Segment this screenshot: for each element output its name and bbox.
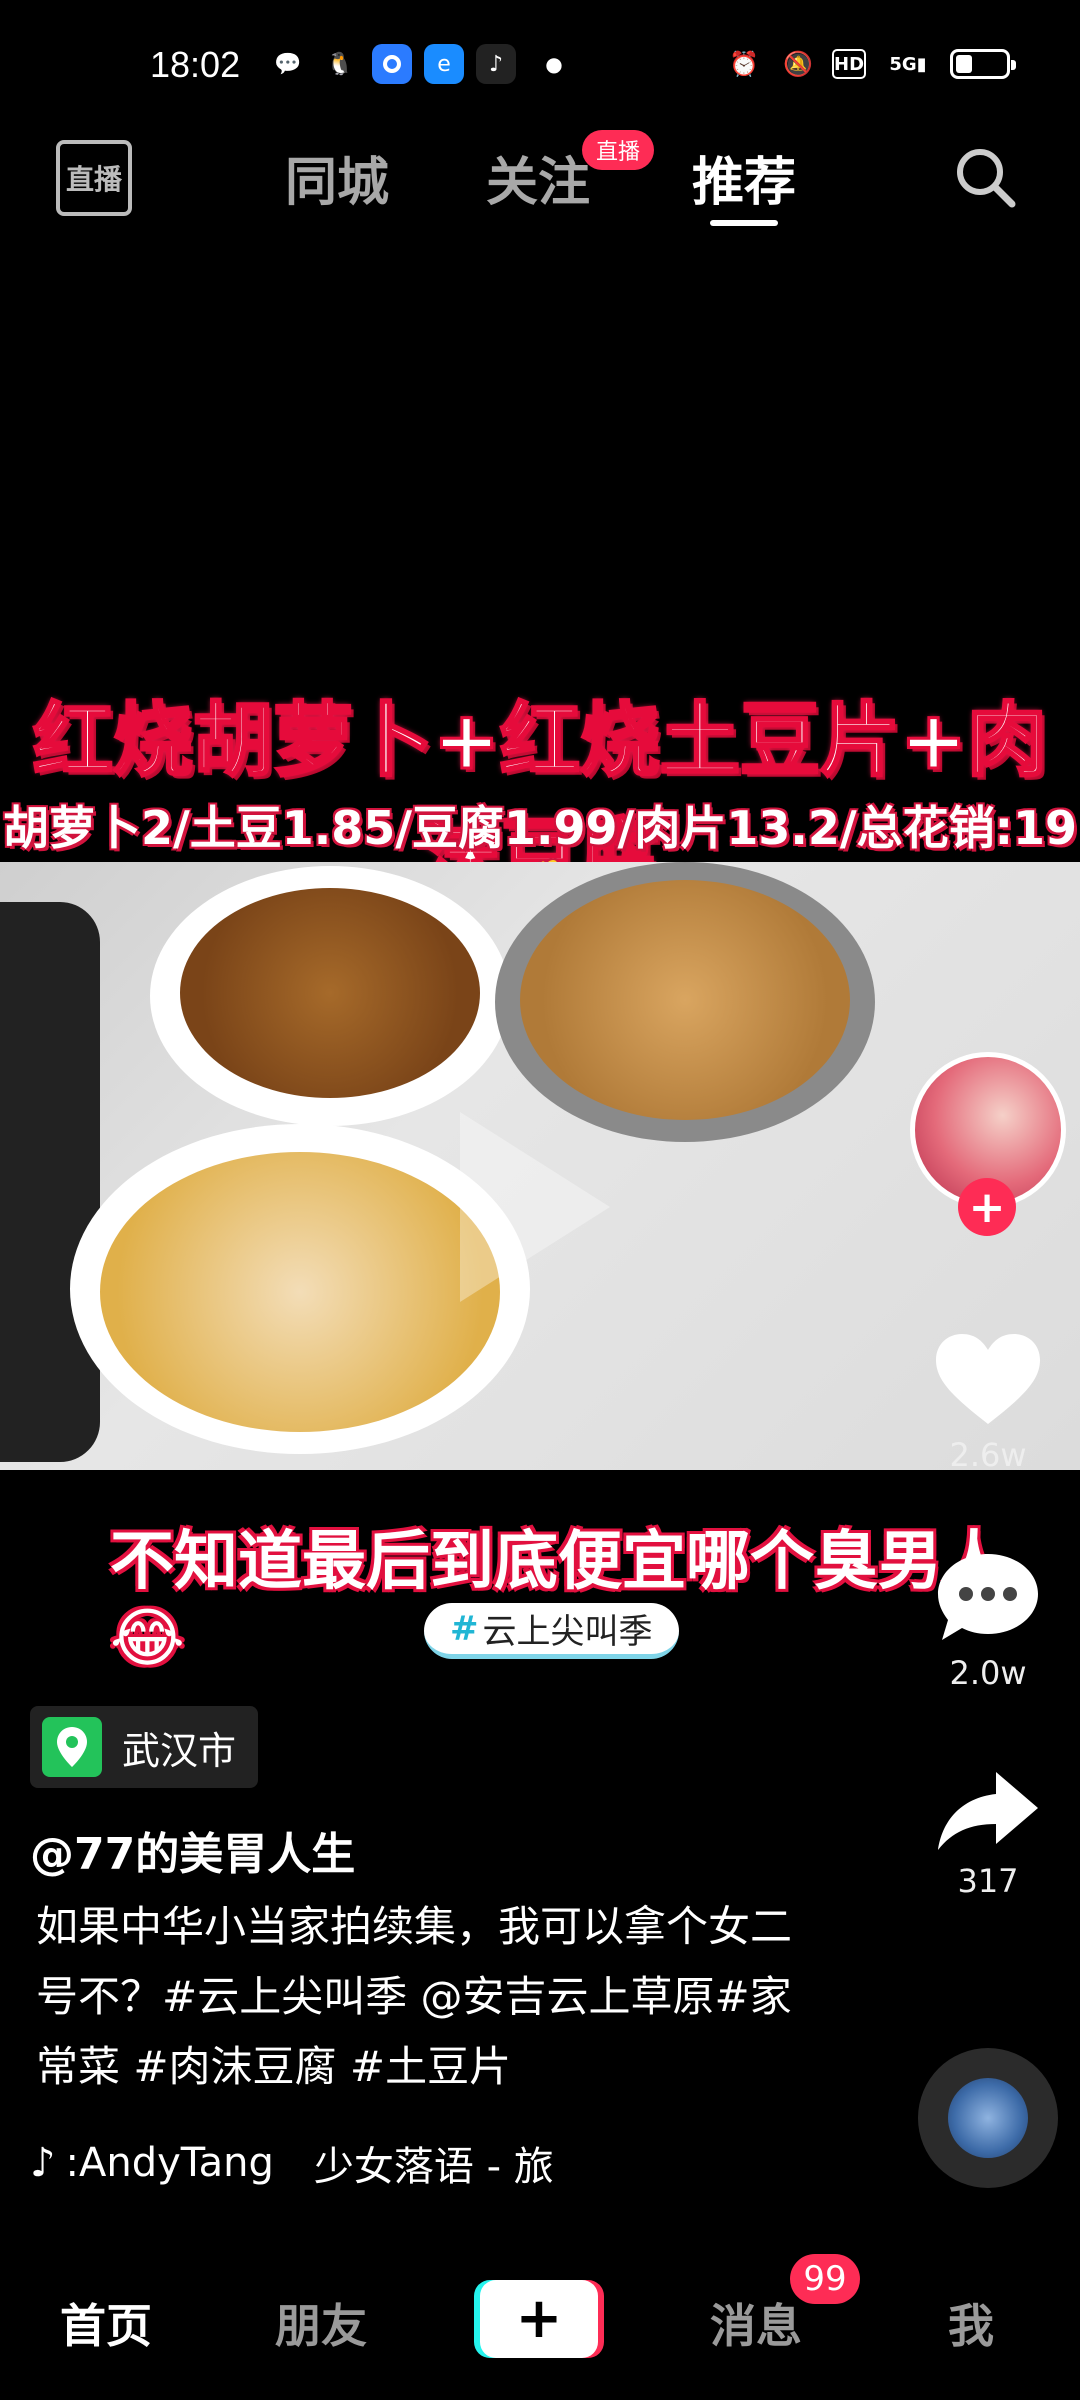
status-time: 18:02: [150, 44, 241, 85]
music-artist: :AndyTang: [65, 2140, 274, 2186]
live-badge: 直播: [582, 130, 655, 170]
app-blue-icon: [372, 44, 412, 84]
search-icon[interactable]: [950, 142, 1020, 212]
heart-icon: [936, 1334, 1040, 1424]
food-potato: [520, 880, 850, 1120]
tab-following[interactable]: 关注: [486, 140, 590, 215]
comment-count: 2.0w: [949, 1654, 1027, 1692]
status-bar: 18:02 💬 🐧 e ♪ ● ⏰ 🔕 HD 5G ▮: [0, 0, 1080, 108]
music-note-icon: ♪: [30, 2140, 56, 2186]
comment-button[interactable]: 2.0w: [932, 1548, 1044, 1692]
music-marquee[interactable]: ♪ :AndyTang 少女落语 - 旅: [30, 2134, 554, 2192]
follow-plus-icon[interactable]: +: [958, 1178, 1016, 1236]
live-icon[interactable]: 直播: [56, 140, 132, 216]
more-dot-icon: ●: [545, 52, 563, 76]
nav-messages[interactable]: 消息: [710, 2290, 802, 2356]
network-label: 5G: [889, 53, 917, 75]
messages-badge: 99: [790, 2254, 860, 2304]
pan-edge: [0, 902, 100, 1462]
wechat-icon: 💬: [274, 51, 302, 77]
location-pin-icon: [42, 1717, 102, 1777]
music-disc-icon[interactable]: [918, 2048, 1058, 2188]
bottom-nav: 首页 朋友 + 消息 我: [0, 2250, 1080, 2400]
music-title: 少女落语 - 旅: [313, 2144, 554, 2190]
location-tag[interactable]: 武汉市: [30, 1706, 259, 1788]
like-button[interactable]: 2.6w: [932, 1330, 1044, 1474]
battery-icon: [950, 49, 1016, 79]
tiktok-icon: ♪: [476, 44, 516, 84]
hd-icon: HD: [832, 49, 866, 79]
video-description[interactable]: 如果中华小当家拍续集，我可以拿个女二号不？#云上尖叫季 @安吉云上草原#家常菜 …: [36, 1892, 796, 2102]
food-carrot: [180, 888, 480, 1098]
nav-friends[interactable]: 朋友: [275, 2290, 367, 2356]
topic-pill[interactable]: # 云上尖叫季: [424, 1603, 679, 1659]
nav-me[interactable]: 我: [948, 2290, 994, 2356]
top-nav: 直播 同城 关注 直播 推荐: [0, 118, 1080, 228]
status-right: ⏰ 🔕 HD 5G ▮: [724, 44, 1016, 84]
like-count: 2.6w: [949, 1436, 1027, 1474]
comment-icon: [938, 1554, 1038, 1640]
browser-icon: e: [424, 44, 464, 84]
mute-icon: 🔕: [783, 50, 813, 78]
tab-recommended[interactable]: 推荐: [692, 140, 796, 215]
food-tofu: [100, 1152, 500, 1432]
location-label: 武汉市: [122, 1728, 237, 1773]
qq-icon: 🐧: [326, 51, 354, 77]
tab-same-city[interactable]: 同城: [285, 140, 389, 215]
create-plus-label: +: [515, 2286, 563, 2351]
play-icon[interactable]: [460, 1112, 610, 1302]
topic-label: 云上尖叫季: [482, 1612, 653, 1652]
alarm-icon: ⏰: [729, 50, 759, 78]
share-button[interactable]: 317: [932, 1766, 1044, 1900]
signal-icon: 5G ▮: [889, 53, 927, 75]
create-button[interactable]: +: [480, 2280, 598, 2358]
nav-home[interactable]: 首页: [60, 2290, 152, 2356]
share-count: 317: [957, 1862, 1019, 1900]
active-tab-underline: [710, 220, 778, 226]
live-icon-label: 直播: [65, 163, 122, 196]
author-name[interactable]: @77的美胃人生: [30, 1818, 355, 1882]
share-icon: [938, 1772, 1038, 1850]
topic-hash: #: [450, 1608, 479, 1649]
